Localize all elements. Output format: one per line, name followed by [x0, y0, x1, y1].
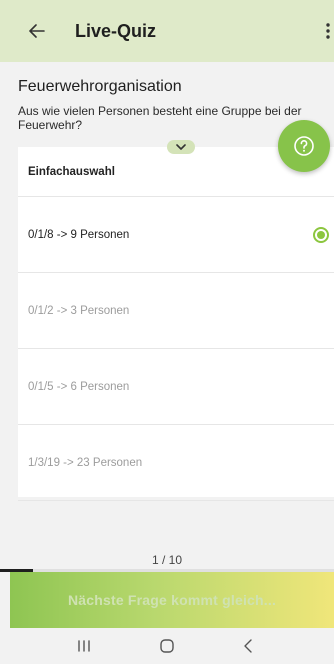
answer-options: 0/1/8 -> 9 Personen 0/1/2 -> 3 Personen … — [18, 197, 334, 501]
answer-option[interactable]: 1/3/19 -> 23 Personen — [18, 425, 334, 501]
next-question-banner: Nächste Frage kommt gleich... — [10, 572, 334, 628]
answer-option[interactable]: 0/1/8 -> 9 Personen — [18, 197, 334, 273]
more-vertical-icon[interactable] — [322, 19, 334, 43]
question-counter: 1 / 10 — [151, 553, 183, 567]
help-circle-icon — [294, 136, 314, 156]
chevron-down-icon[interactable] — [167, 140, 195, 154]
answer-option-label: 0/1/5 -> 6 Personen — [28, 380, 130, 393]
next-question-label: Nächste Frage kommt gleich... — [67, 592, 277, 608]
home-icon[interactable] — [156, 635, 178, 657]
app-title: Live-Quiz — [75, 21, 157, 41]
radio-selected-icon[interactable] — [313, 227, 329, 243]
answer-option-label: 0/1/8 -> 9 Personen — [28, 228, 130, 241]
back-arrow-icon[interactable] — [24, 18, 50, 44]
answer-option[interactable]: 0/1/2 -> 3 Personen — [18, 273, 334, 349]
recent-apps-icon[interactable] — [73, 635, 95, 657]
app-bar: Live-Quiz — [0, 0, 334, 62]
answer-option-label: 1/3/19 -> 23 Personen — [28, 456, 143, 469]
back-nav-icon[interactable] — [237, 635, 259, 657]
help-button[interactable] — [278, 120, 330, 172]
system-nav-bar — [0, 628, 334, 664]
answer-option[interactable]: 0/1/5 -> 6 Personen — [18, 349, 334, 425]
answer-option-label: 0/1/2 -> 3 Personen — [28, 304, 130, 317]
question-topic: Feuerwehrorganisation — [18, 78, 182, 95]
question-text: Aus wie vielen Personen besteht eine Gru… — [18, 104, 302, 132]
answer-card: Einfachauswahl 0/1/8 -> 9 Personen 0/1/2… — [18, 147, 334, 501]
